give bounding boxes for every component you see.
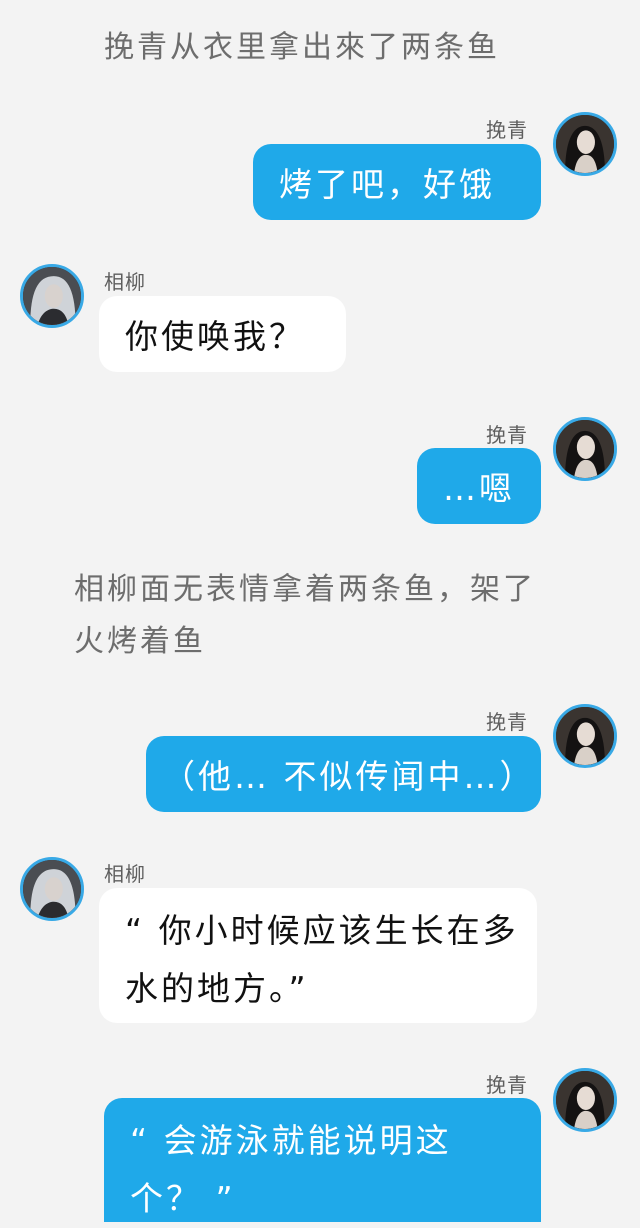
wanqing-avatar-icon[interactable] [553, 704, 617, 768]
xiangliu-avatar-icon[interactable] [20, 857, 84, 921]
male-portrait-icon [23, 267, 81, 325]
speaker-name: 挽青 [486, 710, 528, 734]
speaker-name: 挽青 [486, 1073, 528, 1097]
xiangliu-avatar-icon[interactable] [20, 264, 84, 328]
message-text: 你使唤我？ [125, 317, 305, 356]
speaker-name: 相柳 [104, 862, 146, 886]
message-text: “ 会游泳就能说明这个？ ” [130, 1121, 452, 1218]
wanqing-avatar-icon[interactable] [553, 112, 617, 176]
wanqing-avatar-icon[interactable] [553, 417, 617, 481]
message-bubble: …嗯 [417, 448, 541, 524]
message-text: “ 你小时候应该生长在多水的地方。” [125, 911, 519, 1008]
female-portrait-icon [556, 115, 614, 173]
message-bubble: 烤了吧，好饿 [253, 144, 541, 220]
message-text: …嗯 [443, 469, 515, 508]
message-text: 烤了吧，好饿 [279, 165, 495, 204]
narration-text: 相柳面无表情拿着两条鱼，架了火烤着鱼 [74, 572, 536, 659]
narration-text: 挽青从衣里拿出來了两条鱼 [104, 30, 500, 65]
female-portrait-icon [556, 1071, 614, 1129]
message-bubble: 你使唤我？ [99, 296, 346, 372]
speaker-name: 相柳 [104, 270, 146, 294]
message-bubble: “ 你小时候应该生长在多水的地方。” [99, 888, 537, 1023]
speaker-name: 挽青 [486, 118, 528, 142]
message-text: （他… 不似传闻中…） [162, 757, 536, 796]
male-portrait-icon [23, 860, 81, 918]
female-portrait-icon [556, 420, 614, 478]
message-bubble: “ 会游泳就能说明这个？ ” [104, 1098, 541, 1222]
female-portrait-icon [556, 707, 614, 765]
wanqing-avatar-icon[interactable] [553, 1068, 617, 1132]
message-bubble: （他… 不似传闻中…） [146, 736, 541, 812]
speaker-name: 挽青 [486, 423, 528, 447]
